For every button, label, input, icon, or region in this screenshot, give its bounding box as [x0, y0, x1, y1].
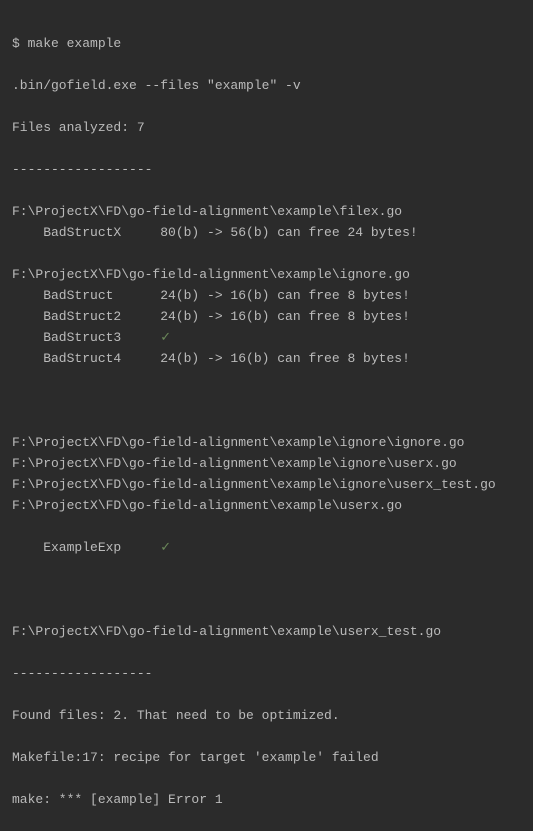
- file-path: F:\ProjectX\FD\go-field-alignment\exampl…: [12, 474, 521, 495]
- found-line: Found files: 2. That need to be optimize…: [12, 705, 521, 726]
- exec-line: .bin/gofield.exe --files "example" -v: [12, 75, 521, 96]
- analyzed-line: Files analyzed: 7: [12, 117, 521, 138]
- blank-line: [12, 579, 521, 600]
- divider: ------------------: [12, 159, 521, 180]
- make-error-line: make: *** [example] Error 1: [12, 789, 521, 810]
- file-path: F:\ProjectX\FD\go-field-alignment\exampl…: [12, 201, 521, 222]
- struct-row: BadStruct 24(b) -> 16(b) can free 8 byte…: [12, 285, 521, 306]
- extra-paths: F:\ProjectX\FD\go-field-alignment\exampl…: [12, 432, 521, 516]
- command-line: $ make example: [12, 33, 521, 54]
- userx-row: ExampleExp ✓: [12, 537, 521, 558]
- terminal-output: $ make example .bin/gofield.exe --files …: [12, 12, 521, 831]
- file-path: F:\ProjectX\FD\go-field-alignment\exampl…: [12, 495, 521, 516]
- command: make example: [28, 36, 122, 51]
- file-path: F:\ProjectX\FD\go-field-alignment\exampl…: [12, 453, 521, 474]
- blank-line: [12, 243, 521, 264]
- struct-row: BadStructX 80(b) -> 56(b) can free 24 by…: [12, 222, 521, 243]
- blank-line: [12, 390, 521, 411]
- makefile-line: Makefile:17: recipe for target 'example'…: [12, 747, 521, 768]
- prompt: $: [12, 36, 28, 51]
- file-path: F:\ProjectX\FD\go-field-alignment\exampl…: [12, 432, 521, 453]
- file-sections: F:\ProjectX\FD\go-field-alignment\exampl…: [12, 201, 521, 369]
- last-path: F:\ProjectX\FD\go-field-alignment\exampl…: [12, 621, 521, 642]
- file-path: F:\ProjectX\FD\go-field-alignment\exampl…: [12, 264, 521, 285]
- struct-row: BadStruct2 24(b) -> 16(b) can free 8 byt…: [12, 306, 521, 327]
- divider: ------------------: [12, 663, 521, 684]
- struct-row: BadStruct3 ✓: [12, 327, 521, 348]
- struct-row: BadStruct4 24(b) -> 16(b) can free 8 byt…: [12, 348, 521, 369]
